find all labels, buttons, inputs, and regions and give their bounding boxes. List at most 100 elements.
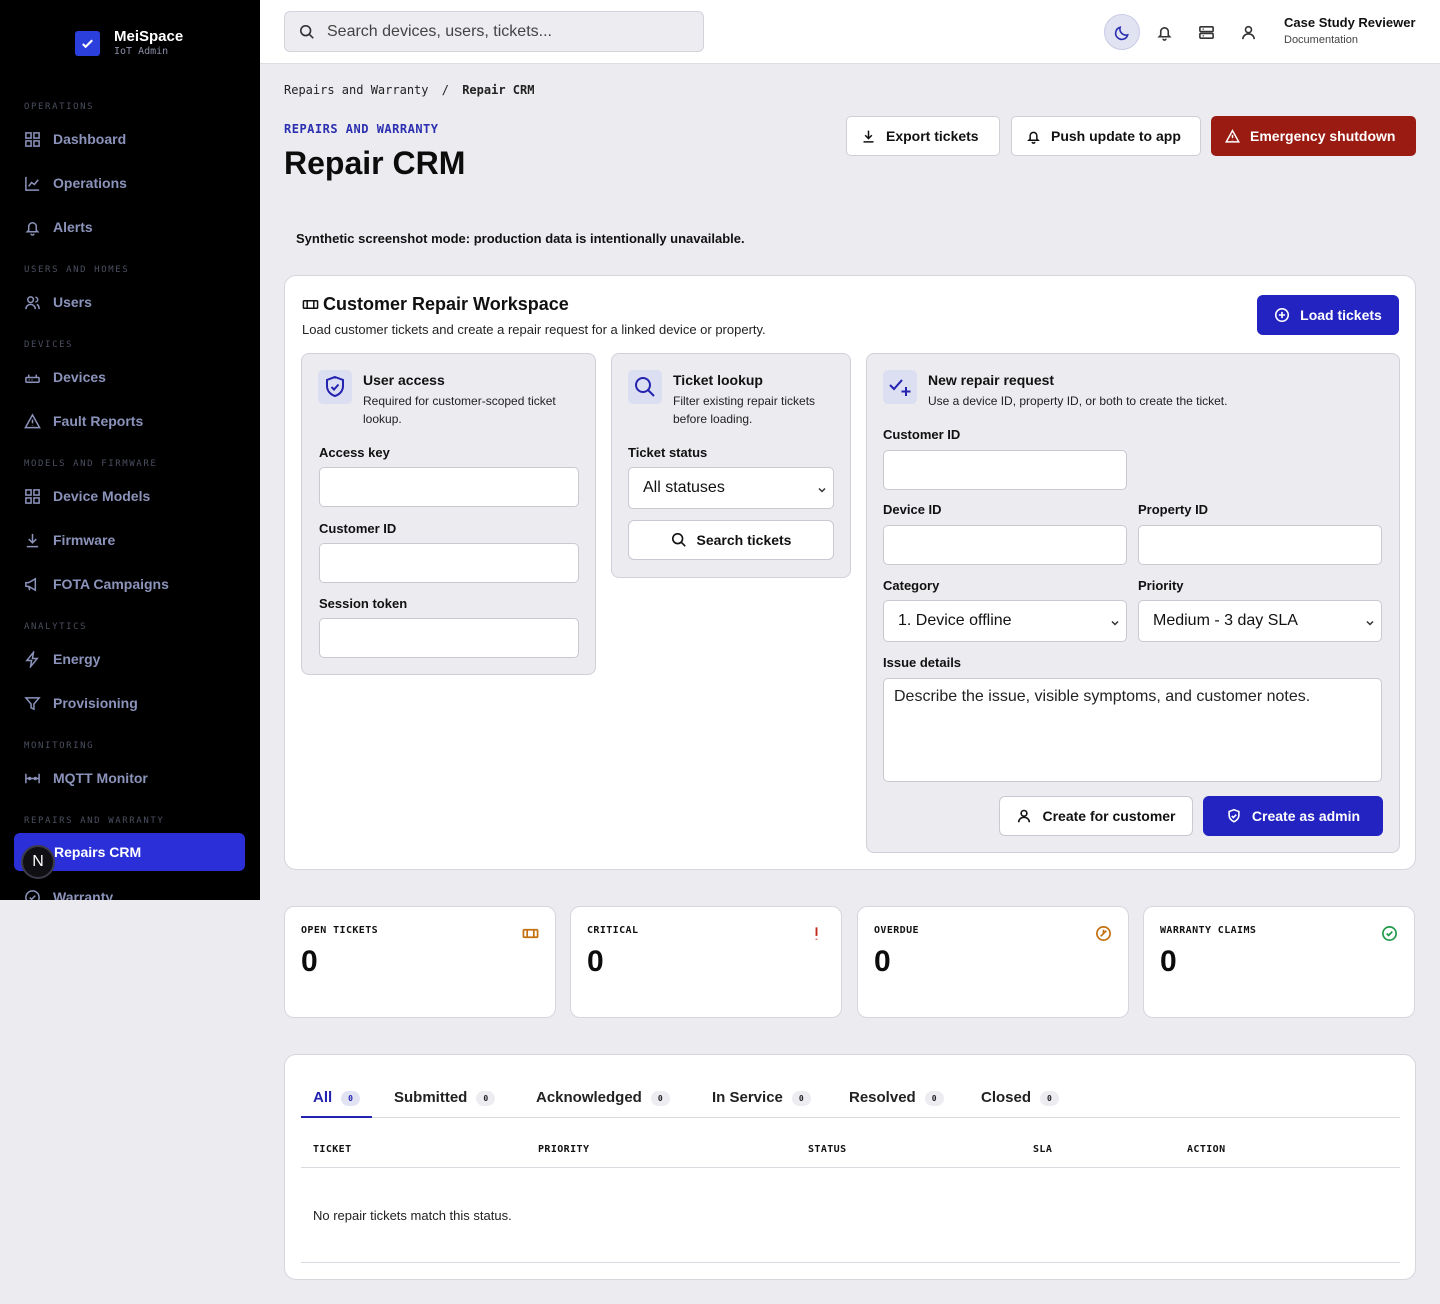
user-icon [1241, 25, 1255, 39]
brand[interactable]: MeiSpace IoT Admin [75, 28, 183, 57]
column-status: STATUS [808, 1144, 847, 1155]
sidebar-item-label: Device Models [53, 488, 151, 504]
tab-count: 0 [791, 1091, 811, 1106]
stat-label: CRITICAL [587, 925, 639, 936]
theme-toggle-button[interactable] [1104, 14, 1140, 50]
create-customer-label: Create for customer [1042, 808, 1176, 824]
sidebar-item-firmware[interactable]: Firmware [24, 528, 115, 552]
download-icon [26, 533, 39, 547]
sidebar-item-mqtt-monitor[interactable]: MQTT Monitor [24, 766, 148, 790]
server-button[interactable] [1188, 14, 1224, 50]
priority-select[interactable]: Medium - 3 day SLA [1138, 600, 1382, 642]
ticket-status-select[interactable]: All statuses [628, 467, 834, 509]
topbar: Search devices, users, tickets... Case S… [260, 0, 1440, 64]
checklist-add-icon [883, 370, 917, 404]
tab-acknowledged[interactable]: Acknowledged 0 [536, 1085, 670, 1118]
bell-icon [1156, 26, 1172, 41]
sidebar-item-fota-campaigns[interactable]: FOTA Campaigns [24, 572, 169, 596]
sidebar-item-energy[interactable]: Energy [24, 647, 100, 671]
download-icon [863, 130, 874, 143]
ticket-status-value: All statuses [643, 479, 725, 496]
breadcrumb-current: Repair CRM [462, 83, 535, 97]
push-update-button[interactable]: Push update to app [1011, 116, 1201, 156]
access-key-field[interactable] [319, 467, 579, 507]
create-as-admin-button[interactable]: Create as admin [1203, 796, 1383, 836]
customer-id-field[interactable] [319, 543, 579, 583]
search-input[interactable]: Search devices, users, tickets... [284, 11, 704, 52]
search-tickets-button[interactable]: Search tickets [628, 520, 834, 560]
stat-overdue: OVERDUE 0 [857, 906, 1129, 1018]
user-role: Documentation [1284, 34, 1358, 46]
issue-details-label: Issue details [883, 655, 962, 670]
table-divider [301, 1262, 1400, 1263]
column-priority: PRIORITY [538, 1144, 590, 1155]
warning-triangle-icon [1225, 128, 1240, 143]
search-tickets-label: Search tickets [696, 532, 792, 548]
notifications-button[interactable] [1146, 14, 1182, 50]
breadcrumb: Repairs and Warranty / Repair CRM [284, 83, 534, 97]
stat-critical: CRITICAL 0 [570, 906, 842, 1018]
sidebar-item-label: Operations [53, 175, 127, 191]
grid-icon [25, 131, 40, 147]
user-info[interactable]: Case Study Reviewer Documentation [1284, 15, 1416, 46]
sidebar-item-operations[interactable]: Operations [24, 171, 127, 195]
lightning-icon [25, 650, 39, 668]
sidebar-item-warranty[interactable]: Warranty [24, 885, 113, 900]
sidebar-item-label: Users [53, 294, 92, 310]
category-select[interactable]: 1. Device offline [883, 600, 1127, 642]
column-sla: SLA [1033, 1144, 1053, 1155]
sidebar-item-dashboard[interactable]: Dashboard [24, 127, 126, 151]
issue-details-textarea[interactable]: Describe the issue, visible symptoms, an… [883, 678, 1382, 782]
synthetic-notice: Synthetic screenshot mode: production da… [296, 231, 745, 246]
sidebar-item-alerts[interactable]: Alerts [24, 215, 93, 239]
create-for-customer-button[interactable]: Create for customer [999, 796, 1193, 836]
user-profile-button[interactable] [1230, 14, 1266, 50]
chevron-down-icon [817, 482, 827, 493]
sidebar-item-devices[interactable]: Devices [24, 365, 106, 389]
new-repair-panel: New repair request Use a device ID, prop… [866, 353, 1400, 853]
brand-subtitle: IoT Admin [114, 46, 169, 57]
breadcrumb-parent[interactable]: Repairs and Warranty [284, 83, 429, 97]
nav-section-users: USERS AND HOMES [24, 265, 130, 275]
search-icon [299, 24, 314, 39]
sidebar-item-provisioning[interactable]: Provisioning [24, 691, 138, 715]
status-tabs: All 0 Submitted 0 Acknowledged 0 In Serv… [301, 1085, 1400, 1118]
nav-section-monitoring: MONITORING [24, 741, 95, 751]
tickets-table-card: All 0 Submitted 0 Acknowledged 0 In Serv… [284, 1054, 1416, 1280]
sidebar-item-label: Provisioning [53, 695, 138, 711]
plus-circle-icon [1275, 307, 1290, 323]
request-customer-id-field[interactable] [883, 450, 1127, 490]
access-key-label: Access key [319, 445, 390, 460]
tab-resolved[interactable]: Resolved 0 [849, 1085, 944, 1118]
request-customer-id-label: Customer ID [883, 427, 961, 442]
nav-section-analytics: ANALYTICS [24, 622, 88, 632]
server-icon [1198, 25, 1214, 39]
tab-in-service[interactable]: In Service 0 [712, 1085, 811, 1118]
session-token-field[interactable] [319, 618, 579, 658]
emergency-shutdown-button[interactable]: Emergency shutdown [1211, 116, 1416, 156]
sidebar-item-users[interactable]: Users [24, 290, 92, 314]
ticket-lookup-desc: Filter existing repair tickets before lo… [673, 394, 816, 426]
avatar-badge[interactable]: N [21, 845, 55, 879]
tab-count: 0 [476, 1091, 496, 1106]
tab-closed[interactable]: Closed 0 [981, 1085, 1059, 1118]
sidebar: MeiSpace IoT Admin OPERATIONS Dashboard … [0, 0, 260, 900]
priority-value: Medium - 3 day SLA [1153, 612, 1298, 629]
property-id-field[interactable] [1138, 525, 1382, 565]
chart-line-icon [25, 176, 40, 191]
tab-all[interactable]: All 0 [301, 1085, 372, 1118]
chevron-down-icon [1365, 615, 1375, 626]
push-label: Push update to app [1051, 128, 1181, 144]
export-tickets-button[interactable]: Export tickets [846, 116, 1000, 156]
exclamation-icon [808, 925, 825, 942]
tab-label: Resolved [849, 1089, 916, 1106]
sidebar-item-device-models[interactable]: Device Models [24, 484, 150, 508]
sidebar-item-label: Firmware [53, 532, 116, 548]
load-tickets-button[interactable]: Load tickets [1257, 295, 1399, 335]
tab-submitted[interactable]: Submitted 0 [394, 1085, 496, 1118]
sidebar-item-label: Warranty [53, 889, 114, 900]
sidebar-item-label: MQTT Monitor [53, 770, 148, 786]
sidebar-item-fault-reports[interactable]: Fault Reports [24, 409, 143, 433]
device-id-field[interactable] [883, 525, 1127, 565]
stat-open-tickets: OPEN TICKETS 0 [284, 906, 556, 1018]
